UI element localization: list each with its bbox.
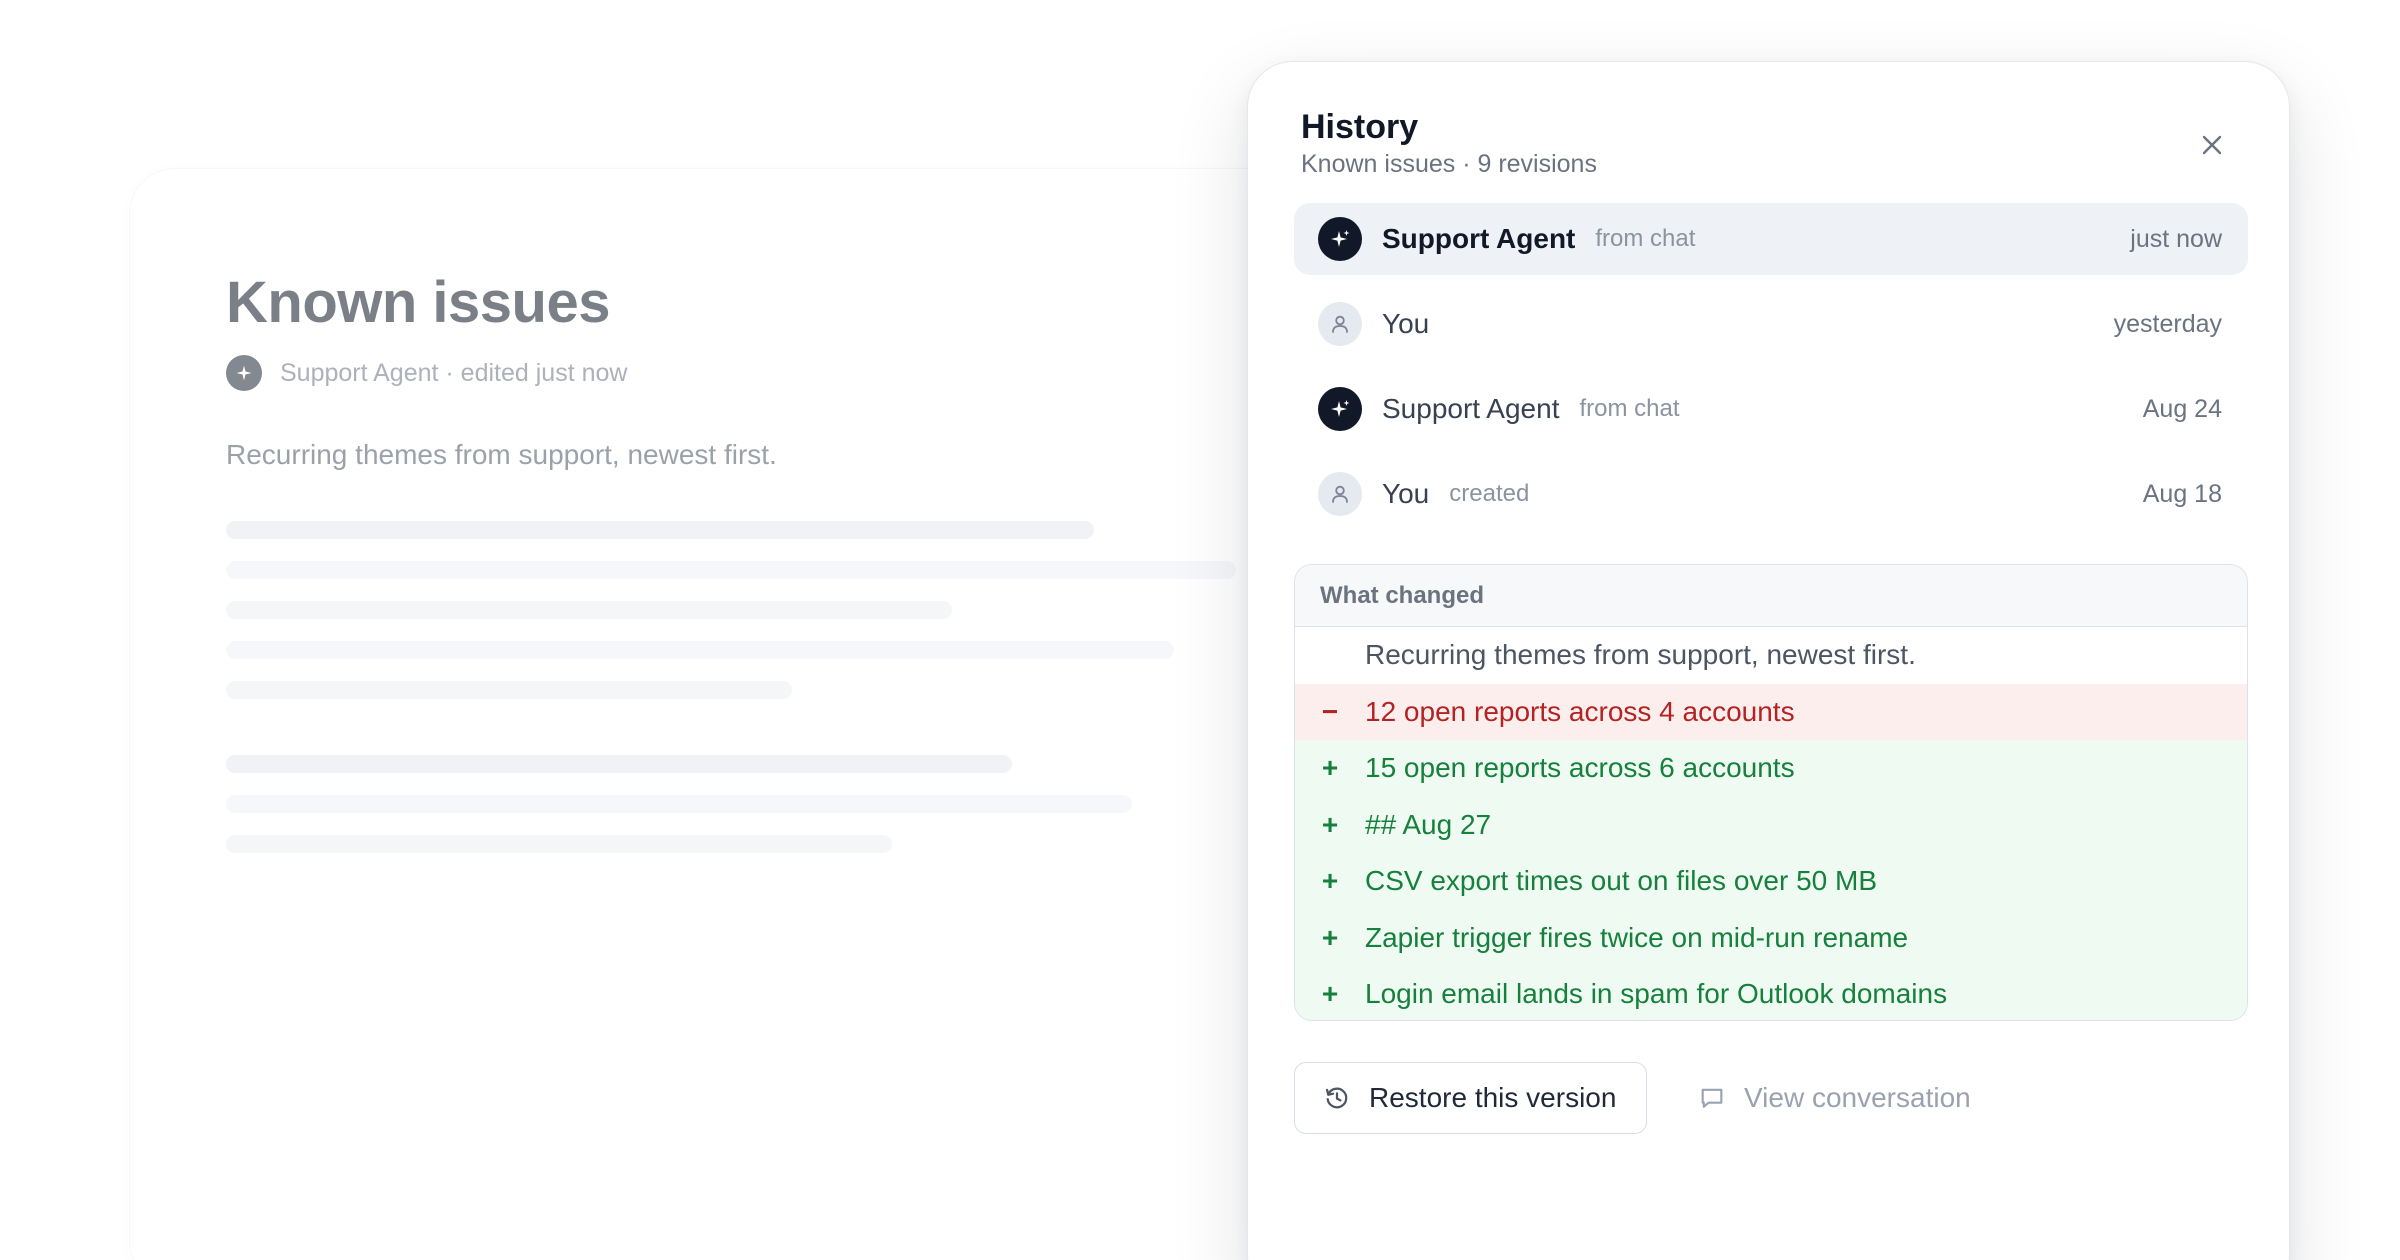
diff-sign: −: [1321, 695, 1339, 727]
revision-author: Support Agent: [1382, 393, 1560, 424]
document-meta-text: Support Agent · edited just now: [280, 358, 628, 387]
diff-line-added: + CSV export times out on files over 50 …: [1295, 853, 2247, 910]
restore-version-button[interactable]: Restore this version: [1294, 1062, 1648, 1134]
document-subtitle: Recurring themes from support, newest fi…: [226, 439, 777, 470]
diff-text: 15 open reports across 6 accounts: [1365, 752, 1795, 784]
sparkle-icon: [1318, 387, 1362, 431]
diff-sign: +: [1321, 865, 1339, 897]
revision-item[interactable]: Support Agent from chat just now: [1294, 203, 2248, 275]
restore-label: Restore this version: [1369, 1082, 1617, 1113]
diff-line-removed: − 12 open reports across 4 accounts: [1295, 683, 2247, 740]
document-card: Known issues Support Agent · edited just…: [129, 168, 1389, 1260]
revision-time: Aug 18: [2142, 479, 2222, 508]
placeholder-line: [226, 521, 1094, 539]
revision-note: from chat: [1595, 225, 1696, 252]
history-title: History: [1301, 108, 1419, 146]
stage: Known issues Support Agent · edited just…: [0, 0, 2400, 1260]
revision-author: Support Agent: [1382, 223, 1576, 254]
revision-note: from chat: [1579, 395, 1680, 422]
view-label: View conversation: [1744, 1082, 1971, 1113]
document-meta: Support Agent · edited just now: [226, 355, 627, 391]
diff-text: Recurring themes from support, newest fi…: [1365, 639, 1916, 671]
revision-item[interactable]: You yesterday: [1294, 288, 2248, 360]
sparkle-icon: [226, 355, 262, 391]
diff-text: Zapier trigger fires twice on mid-run re…: [1365, 921, 1909, 953]
diff-line-context: Recurring themes from support, newest fi…: [1295, 627, 2247, 684]
revision-author: You: [1382, 308, 1430, 339]
diff-line-added: + 15 open reports across 6 accounts: [1295, 740, 2247, 797]
close-button[interactable]: [2195, 128, 2229, 162]
close-icon: [2202, 135, 2222, 155]
document-title: Known issues: [226, 270, 610, 335]
placeholder-line: [226, 641, 1174, 659]
diff-sign: +: [1321, 808, 1339, 840]
history-icon: [1325, 1087, 1348, 1109]
placeholder-line: [226, 561, 1236, 579]
placeholder-line: [226, 835, 892, 853]
diff-line-added: + ## Aug 27: [1295, 796, 2247, 853]
revision-time: Aug 24: [2142, 394, 2222, 423]
placeholder-line: [226, 681, 792, 699]
diff-line-added: + Login email lands in spam for Outlook …: [1295, 966, 2247, 1020]
diff-heading: What changed: [1295, 565, 2247, 627]
placeholder-line: [226, 795, 1132, 813]
diff-text: 12 open reports across 4 accounts: [1365, 695, 1795, 727]
placeholder-line: [226, 601, 952, 619]
person-icon: [1318, 302, 1362, 346]
revision-time: just now: [2130, 224, 2222, 253]
diff-box: What changed Recurring themes from suppo…: [1294, 564, 2248, 1021]
history-subtitle: Known issues · 9 revisions: [1301, 150, 1597, 178]
chat-bubble-icon: [1701, 1088, 1723, 1108]
revision-list: Support Agent from chat just now You yes…: [1294, 203, 2248, 543]
revision-item[interactable]: You created Aug 18: [1294, 458, 2248, 530]
sparkle-icon: [1318, 217, 1362, 261]
view-conversation-button[interactable]: View conversation: [1688, 1062, 1981, 1134]
diff-line-added: + Zapier trigger fires twice on mid-run …: [1295, 909, 2247, 966]
diff-sign: +: [1321, 921, 1339, 953]
diff-text: CSV export times out on files over 50 MB: [1365, 865, 1877, 897]
diff-text: Login email lands in spam for Outlook do…: [1365, 978, 1948, 1010]
history-panel: History Known issues · 9 revisions Suppo…: [1247, 61, 2290, 1260]
revision-item[interactable]: Support Agent from chat Aug 24: [1294, 373, 2248, 445]
diff-sign: +: [1321, 978, 1339, 1010]
placeholder-line: [226, 755, 1012, 773]
revision-note: created: [1449, 480, 1530, 507]
revision-author: You: [1382, 478, 1430, 509]
person-icon: [1318, 472, 1362, 516]
revision-time: yesterday: [2113, 309, 2222, 338]
diff-text: ## Aug 27: [1365, 808, 1492, 840]
diff-sign: +: [1321, 752, 1339, 784]
